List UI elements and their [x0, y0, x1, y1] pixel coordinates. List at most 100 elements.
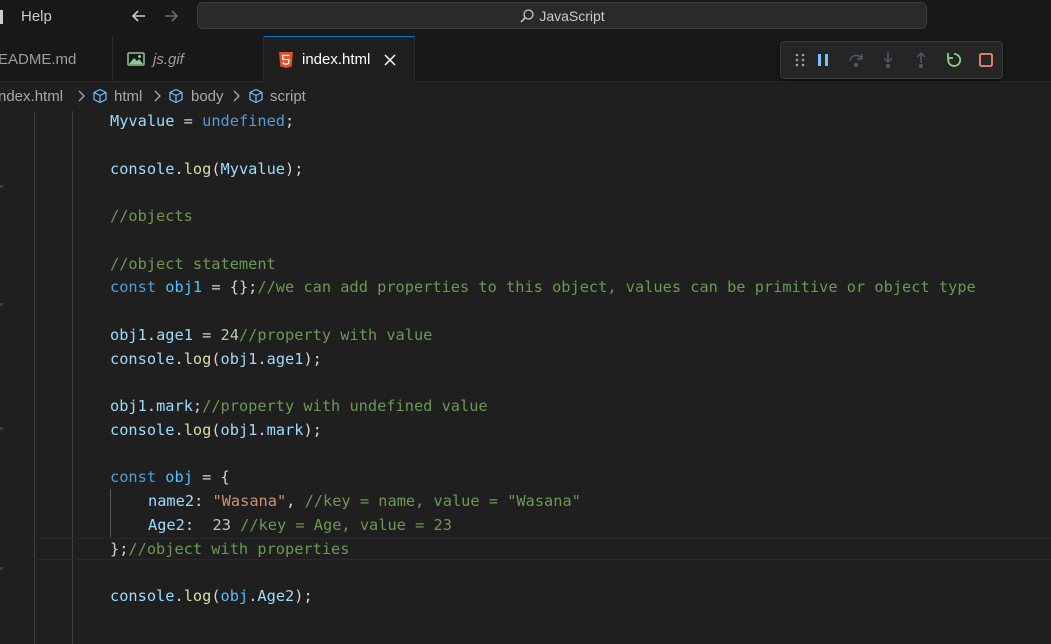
chevron-right-icon [154, 90, 161, 102]
token: . [174, 421, 184, 439]
code-editor[interactable]: Myvalue = undefined; console.log(Myvalue… [0, 111, 1051, 644]
code-line: name2: "Wasana", //key = name, value = "… [148, 490, 581, 514]
token: obj1 [165, 278, 203, 296]
token: age1 [156, 326, 193, 344]
stop-icon[interactable] [977, 51, 995, 69]
step-over-icon[interactable] [847, 51, 865, 69]
token: ( [211, 421, 221, 439]
code-line: //object statement [110, 253, 276, 277]
debug-toolbar [780, 41, 1003, 79]
drag-gripper-icon[interactable] [791, 51, 809, 69]
code-line: console.log(Myvalue); [110, 158, 303, 182]
token: Myvalue [110, 112, 175, 130]
token: = {}; [202, 278, 258, 296]
menu-edge-fragment [0, 10, 3, 24]
token: console [110, 350, 175, 368]
menu-help[interactable]: Help [21, 8, 52, 25]
chevron-right-icon [233, 90, 240, 102]
token: 23 [212, 516, 231, 534]
token: ); [303, 421, 322, 439]
html5-file-icon [279, 51, 293, 68]
token: console [110, 160, 175, 178]
command-center-label: JavaScript [539, 7, 605, 24]
token: log [183, 421, 212, 439]
token: = { [192, 468, 230, 486]
symbol-class-icon [169, 88, 183, 104]
token: . [146, 397, 157, 415]
token: undefined [202, 112, 285, 130]
token: mark [266, 421, 304, 439]
token: //key = Age, value = 23 [240, 516, 452, 534]
token: //object statement [110, 255, 276, 273]
token: name2 [148, 492, 195, 510]
restart-icon[interactable] [945, 51, 963, 69]
token: , [286, 492, 305, 510]
gutter-marker [0, 185, 3, 188]
token: //property with undefined value [202, 397, 488, 415]
code-line: console.log(obj.Age2); [110, 585, 313, 609]
pause-icon[interactable] [814, 51, 832, 69]
token: ; [192, 397, 203, 415]
gutter-marker [0, 303, 3, 306]
indent-guide [72, 111, 73, 644]
token: ( [211, 350, 221, 368]
token: Myvalue [220, 160, 286, 178]
token: mark [156, 397, 193, 415]
token: log [183, 350, 212, 368]
token: : [184, 516, 213, 534]
token: = [192, 326, 221, 344]
code-line: Myvalue = undefined; [110, 111, 294, 134]
token: obj1 [110, 397, 147, 415]
token: //objects [110, 207, 193, 225]
token: log [183, 160, 212, 178]
token: ); [285, 160, 304, 178]
breadcrumb-body[interactable]: body [191, 88, 224, 105]
close-icon[interactable] [382, 52, 398, 68]
forward-arrow-icon[interactable] [161, 6, 181, 26]
token: = [174, 112, 203, 130]
breadcrumb-script[interactable]: script [270, 88, 306, 105]
code-line: };//object with properties [110, 538, 349, 562]
token: console [110, 587, 175, 605]
token: //key = name, value = "Wasana" [304, 492, 581, 510]
token: obj [220, 587, 249, 605]
breadcrumb-html[interactable]: html [114, 88, 142, 105]
title-bar: Help JavaScript [0, 0, 1051, 36]
code-line: console.log(obj1.mark); [110, 419, 322, 443]
tab-js-gif[interactable]: js.gif [113, 36, 264, 82]
step-out-icon[interactable] [912, 51, 930, 69]
code-line: //objects [110, 205, 193, 229]
code-line: obj1.mark;//property with undefined valu… [110, 395, 488, 419]
tab-readme[interactable]: EADME.md [0, 36, 113, 82]
chevron-right-icon [78, 90, 85, 102]
token: : [194, 492, 213, 510]
breadcrumb-file[interactable]: ndex.html [0, 88, 63, 105]
token: obj1 [220, 350, 258, 368]
tab-label: EADME.md [0, 50, 77, 68]
token: ( [211, 587, 221, 605]
back-arrow-icon[interactable] [129, 6, 149, 26]
token: const [110, 278, 157, 296]
symbol-class-icon [249, 88, 263, 104]
symbol-class-icon [93, 88, 107, 104]
token: age1 [266, 350, 304, 368]
tab-index-html[interactable]: index.html [264, 36, 415, 82]
code-line: obj1.age1 = 24//property with value [110, 324, 432, 348]
code-line: const obj1 = {};//we can add properties … [110, 276, 976, 300]
token: //object with properties [128, 540, 350, 558]
step-into-icon[interactable] [879, 51, 897, 69]
token: obj1 [110, 326, 147, 344]
token: log [183, 587, 212, 605]
command-center-search[interactable]: JavaScript [197, 2, 927, 29]
token: . [257, 350, 267, 368]
token: . [174, 350, 184, 368]
token: . [174, 160, 184, 178]
tab-label: index.html [302, 51, 371, 68]
token: Age2 [257, 587, 295, 605]
code-line: Age2: 23 //key = Age, value = 23 [148, 514, 452, 538]
token: ); [294, 587, 313, 605]
indent-guide [34, 111, 35, 644]
token: const [110, 468, 157, 486]
